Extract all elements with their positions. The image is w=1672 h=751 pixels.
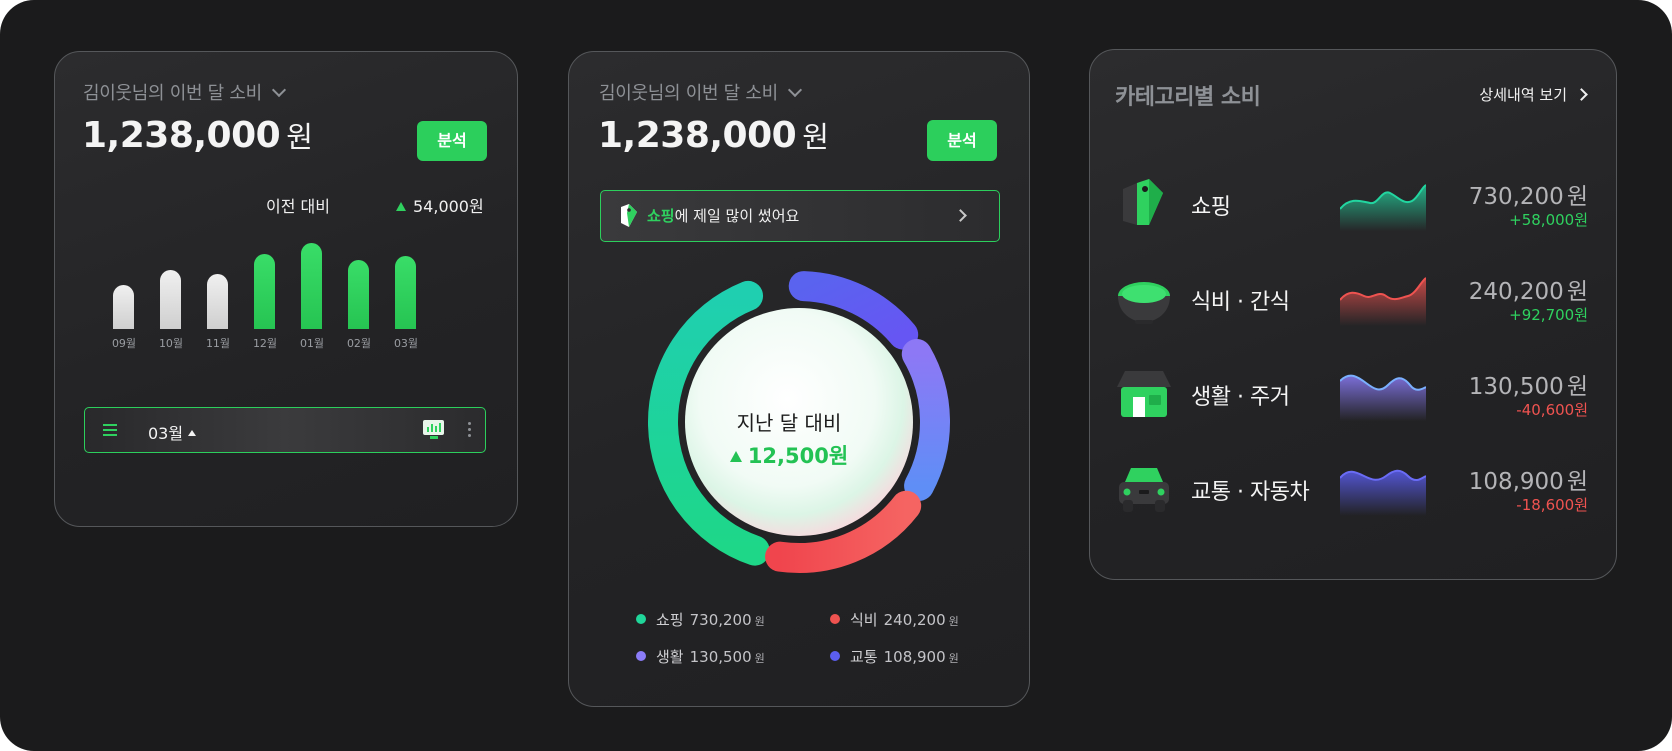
food-bowl-icon (1118, 282, 1170, 324)
sparkline-chart (1340, 374, 1426, 421)
shopping-tag-icon (621, 204, 637, 227)
currency-unit: 원 (802, 120, 829, 154)
category-amount: 240,200 원 (1468, 279, 1588, 305)
category-amount: 108,900 원 (1468, 469, 1588, 495)
chevron-right-icon (1575, 88, 1588, 101)
legend-dot (830, 614, 840, 624)
category-name: 쇼핑 (1191, 195, 1231, 220)
bar-label: 01월 (299, 337, 325, 350)
up-arrow-icon (396, 202, 406, 211)
category-delta: -18,600원 (1516, 496, 1588, 514)
analyze-button[interactable]: 분석 (417, 121, 487, 161)
total-amount: 1,238,000 원 (82, 114, 313, 156)
top-category-banner[interactable]: 쇼핑에 제일 많이 썼어요 (600, 190, 1000, 242)
banner-message: 쇼핑에 제일 많이 썼어요 (647, 207, 800, 225)
center-value: 12,500원 (679, 440, 899, 470)
legend-dot (830, 651, 840, 661)
chevron-right-icon (954, 209, 967, 222)
category-amount: 730,200 원 (1468, 184, 1588, 210)
bar-12월[interactable] (254, 254, 275, 329)
category-list-card: 카테고리별 소비 상세내역 보기 쇼핑 730,200 원 +58,000원 식… (1089, 49, 1617, 580)
bar-02월[interactable] (348, 260, 369, 329)
chart-view-icon[interactable] (421, 418, 447, 442)
chevron-down-icon (271, 82, 286, 98)
category-name: 식비 · 간식 (1191, 290, 1290, 315)
category-delta: -40,600원 (1516, 401, 1588, 419)
category-name: 교통 · 자동차 (1191, 480, 1310, 505)
bar-11월[interactable] (207, 274, 228, 329)
caret-up-icon (188, 430, 197, 436)
card-title: 카테고리별 소비 (1115, 85, 1261, 110)
category-row-shopping[interactable]: 쇼핑 730,200 원 +58,000원 (1090, 163, 1618, 253)
legend-item-food: 식비 240,200 원 (830, 609, 959, 630)
analyze-button[interactable]: 분석 (927, 120, 997, 161)
bar-label: 09월 (111, 337, 137, 350)
dashboard-frame: 김이웃님의 이번 달 소비 1,238,000 원 분석 이전 대비 54,000… (0, 0, 1672, 751)
month-selector-bar[interactable]: 03월 (84, 407, 486, 453)
month-dropdown[interactable]: 03월 (148, 420, 197, 444)
sparkline-chart (1340, 469, 1426, 516)
bar-09월[interactable] (113, 285, 134, 329)
legend-item-living: 생활 130,500 원 (636, 646, 765, 667)
bar-10월[interactable] (160, 270, 181, 329)
bar-label: 12월 (252, 337, 278, 350)
currency-unit: 원 (286, 120, 313, 154)
up-arrow-icon (729, 451, 742, 462)
category-amount: 130,500 원 (1468, 374, 1588, 400)
legend-dot (636, 614, 646, 624)
amount-value: 1,238,000 (82, 115, 281, 156)
legend-item-shopping: 쇼핑 730,200 원 (636, 609, 765, 630)
category-row-living[interactable]: 생활 · 주거 130,500 원 -40,600원 (1090, 353, 1618, 443)
sparkline-chart (1340, 277, 1426, 326)
bar-label: 11월 (205, 337, 231, 350)
donut-segment-living[interactable] (901, 339, 950, 501)
car-icon (1119, 468, 1169, 512)
owner-dropdown[interactable]: 김이웃님의 이번 달 소비 (83, 79, 286, 105)
category-delta: +92,700원 (1509, 306, 1588, 324)
compare-label: 이전 대비 (266, 197, 330, 216)
chevron-down-icon (787, 82, 802, 98)
shopping-tag-icon (1123, 179, 1163, 225)
total-amount: 1,238,000 원 (598, 114, 829, 156)
amount-value: 1,238,000 (598, 115, 797, 156)
category-delta: +58,000원 (1509, 211, 1588, 229)
category-row-food[interactable]: 식비 · 간식 240,200 원 +92,700원 (1090, 258, 1618, 348)
more-options-icon[interactable] (468, 422, 471, 440)
center-title: 지난 달 대비 (736, 411, 842, 435)
category-row-transport[interactable]: 교통 · 자동차 108,900 원 -18,600원 (1090, 448, 1618, 538)
bar-01월[interactable] (301, 243, 322, 329)
compare-value: 54,000원 (396, 193, 484, 217)
owner-dropdown[interactable]: 김이웃님의 이번 달 소비 (599, 79, 802, 105)
menu-icon[interactable] (103, 424, 117, 436)
donut-center-label: 지난 달 대비 12,500원 (679, 407, 899, 470)
sparkline-chart (1340, 184, 1426, 231)
owner-label: 김이웃님의 이번 달 소비 (83, 83, 262, 104)
category-name: 생활 · 주거 (1191, 385, 1290, 410)
owner-label: 김이웃님의 이번 달 소비 (599, 83, 778, 104)
legend-dot (636, 651, 646, 661)
view-details-link[interactable]: 상세내역 보기 (1479, 84, 1588, 105)
bar-label: 02월 (346, 337, 372, 350)
bar-label: 03월 (393, 337, 419, 350)
legend-item-transport: 교통 108,900 원 (830, 646, 959, 667)
monthly-spending-card: 김이웃님의 이번 달 소비 1,238,000 원 분석 이전 대비 54,000… (54, 51, 518, 527)
bar-03월[interactable] (395, 256, 416, 329)
bar-label: 10월 (158, 337, 184, 350)
house-store-icon (1117, 371, 1171, 417)
category-donut-card: 김이웃님의 이번 달 소비 1,238,000 원 분석 쇼핑에 제일 많이 썼어… (568, 51, 1030, 707)
